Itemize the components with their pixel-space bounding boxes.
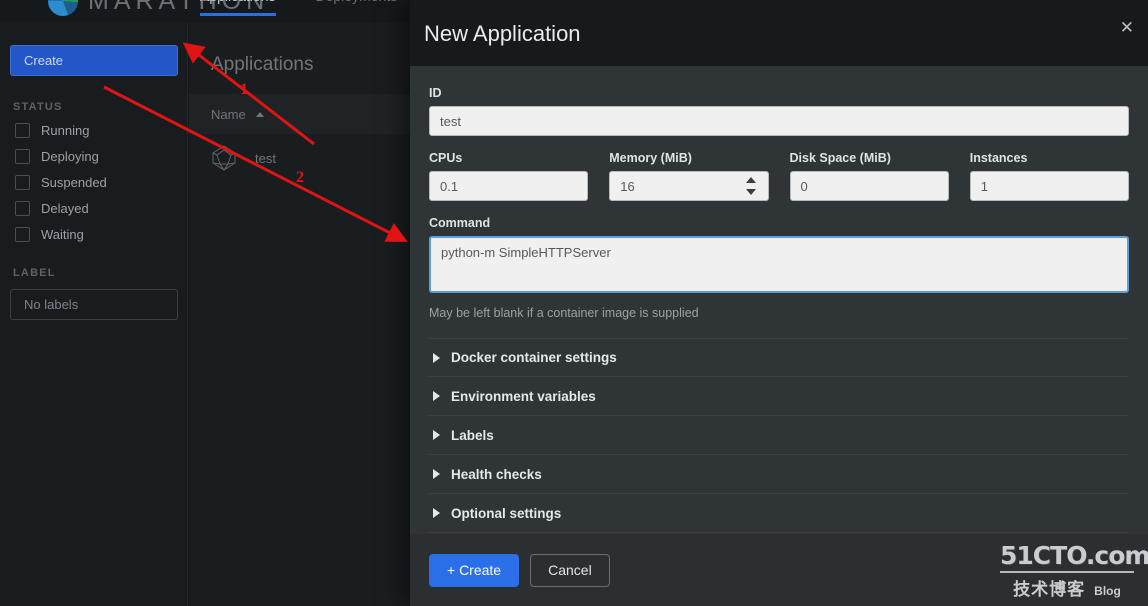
chevron-right-icon (433, 469, 440, 479)
field-id-label: ID (429, 86, 1129, 100)
status-section-heading: STATUS (13, 101, 177, 113)
filter-label: Running (41, 123, 89, 138)
instances-input[interactable] (970, 171, 1129, 201)
dialog-header: New Application ✕ (410, 0, 1148, 66)
new-application-dialog: New Application ✕ ID CPUs Memory (MiB) (410, 0, 1148, 606)
sort-ascending-icon (256, 112, 264, 117)
field-cpus: CPUs (429, 151, 588, 201)
dialog-body: ID CPUs Memory (MiB) (410, 66, 1148, 534)
section-label: Environment variables (451, 389, 596, 404)
section-labels[interactable]: Labels (429, 416, 1129, 455)
watermark-blog-text: Blog (1094, 584, 1121, 598)
stepper-down-icon[interactable] (746, 189, 756, 195)
tab-deployments-label: Deployments (316, 0, 398, 4)
tab-applications-label: Applications (200, 0, 276, 4)
memory-stepper[interactable] (746, 177, 757, 195)
column-header-name[interactable]: Name (211, 107, 264, 122)
filter-label: Suspended (41, 175, 107, 190)
watermark-cn-text: 技术博客 (1013, 575, 1085, 600)
sidebar: Create STATUS Running Deploying Suspende… (0, 22, 188, 606)
command-textarea[interactable]: python-m SimpleHTTPServer (429, 236, 1129, 293)
marathon-logo-icon (48, 0, 78, 16)
section-label: Labels (451, 428, 494, 443)
checkbox-icon[interactable] (15, 201, 30, 216)
nav-tabs: Applications Deployments (200, 0, 397, 16)
tab-deployments[interactable]: Deployments (316, 0, 398, 16)
dialog-title: New Application (424, 21, 581, 47)
field-cpus-label: CPUs (429, 151, 588, 165)
field-memory-label: Memory (MiB) (609, 151, 768, 165)
section-label: Docker container settings (451, 350, 617, 365)
label-section-heading: LABEL (13, 267, 177, 279)
polygon-app-icon (211, 145, 237, 171)
chevron-right-icon (433, 353, 440, 363)
section-optional-settings[interactable]: Optional settings (429, 494, 1129, 533)
row-app-name: test (255, 151, 276, 166)
field-command-label: Command (429, 216, 1129, 230)
disk-space-input[interactable] (790, 171, 949, 201)
field-disk-space: Disk Space (MiB) (790, 151, 949, 201)
checkbox-icon[interactable] (15, 227, 30, 242)
filter-label: Deploying (41, 149, 99, 164)
checkbox-icon[interactable] (15, 175, 30, 190)
filter-label: Delayed (41, 201, 89, 216)
cpus-input[interactable] (429, 171, 588, 201)
section-label: Health checks (451, 467, 542, 482)
sidebar-filter-running[interactable]: Running (10, 123, 177, 138)
watermark: 51CTO.com 技术博客 Blog (1000, 543, 1134, 600)
advanced-sections: Docker container settings Environment va… (429, 338, 1129, 533)
field-memory: Memory (MiB) (609, 151, 768, 201)
chevron-right-icon (433, 430, 440, 440)
sidebar-filter-deploying[interactable]: Deploying (10, 149, 177, 164)
section-health-checks[interactable]: Health checks (429, 455, 1129, 494)
submit-create-button[interactable]: + Create (429, 554, 519, 587)
section-environment-variables[interactable]: Environment variables (429, 377, 1129, 416)
field-command: Command python-m SimpleHTTPServer May be… (429, 216, 1129, 320)
memory-input-wrapper (609, 171, 768, 201)
label-filter-empty-text: No labels (24, 297, 78, 312)
checkbox-icon[interactable] (15, 149, 30, 164)
section-label: Optional settings (451, 506, 561, 521)
watermark-bottom: 技术博客 Blog (1000, 575, 1134, 600)
sidebar-filter-waiting[interactable]: Waiting (10, 227, 177, 242)
field-instances-label: Instances (970, 151, 1129, 165)
close-icon[interactable]: ✕ (1120, 19, 1134, 36)
screen-root: MARATHON Applications Deployments Create… (0, 0, 1148, 606)
watermark-rule (1000, 571, 1134, 573)
field-id: ID (429, 86, 1129, 136)
chevron-right-icon (433, 508, 440, 518)
checkbox-icon[interactable] (15, 123, 30, 138)
cancel-button[interactable]: Cancel (530, 554, 610, 587)
tab-applications[interactable]: Applications (200, 0, 276, 16)
label-filter-empty[interactable]: No labels (10, 289, 178, 320)
watermark-site: 51CTO.com (1000, 543, 1134, 568)
dialog-footer: + Create Cancel 51CTO.com 技术博客 Blog (410, 534, 1148, 606)
resources-row: CPUs Memory (MiB) Disk Space (MiB) (429, 151, 1129, 201)
command-hint: May be left blank if a container image i… (429, 306, 1129, 320)
field-instances: Instances (970, 151, 1129, 201)
id-input[interactable] (429, 106, 1129, 136)
chevron-right-icon (433, 391, 440, 401)
sidebar-filter-suspended[interactable]: Suspended (10, 175, 177, 190)
section-docker-container-settings[interactable]: Docker container settings (429, 338, 1129, 377)
create-button[interactable]: Create (10, 45, 178, 76)
create-button-label: Create (24, 53, 63, 68)
stepper-up-icon[interactable] (746, 177, 756, 183)
sidebar-filter-delayed[interactable]: Delayed (10, 201, 177, 216)
filter-label: Waiting (41, 227, 84, 242)
field-disk-space-label: Disk Space (MiB) (790, 151, 949, 165)
